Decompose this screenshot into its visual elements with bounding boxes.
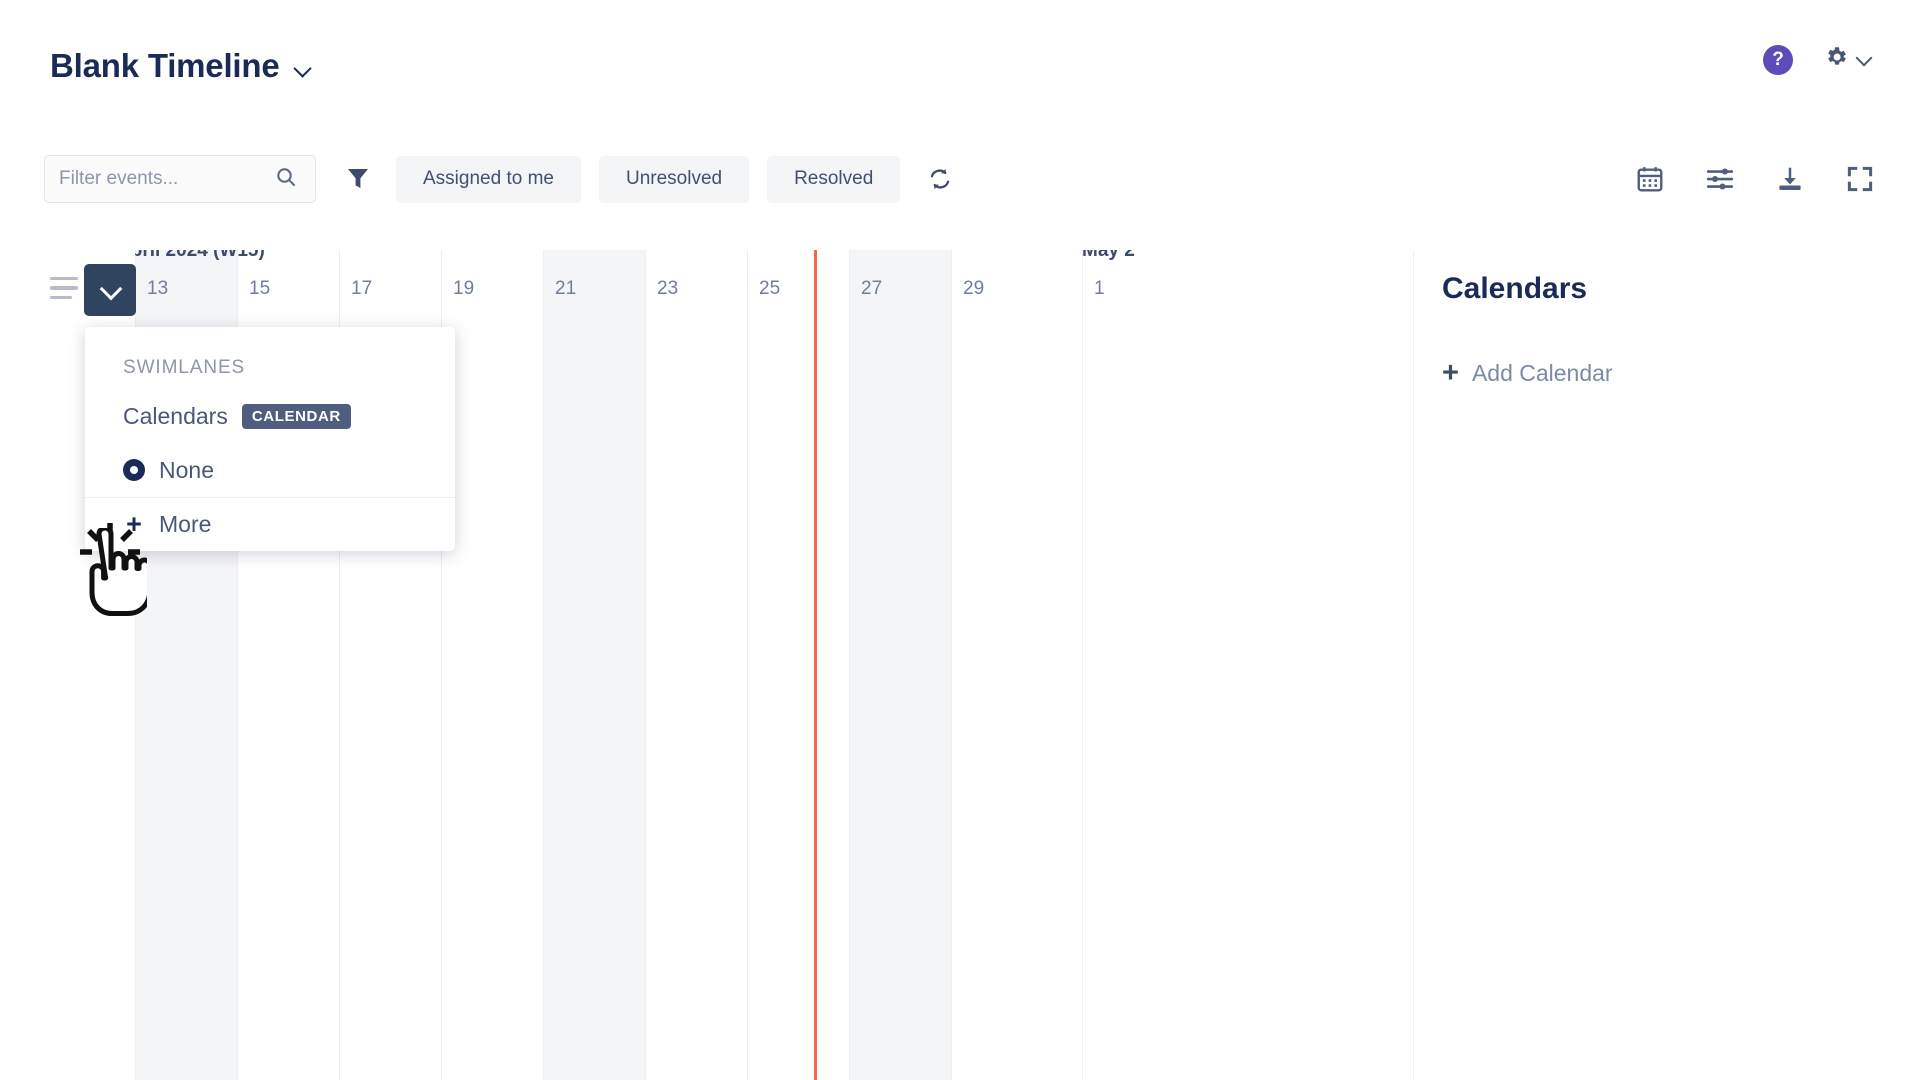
timeline-day-column[interactable]: 23 [645, 250, 747, 1080]
timeline-month-label: April 2024 (W15) [117, 250, 265, 261]
radio-selected-icon[interactable] [123, 459, 145, 481]
calendars-panel-title: Calendars [1442, 272, 1588, 305]
timeline-day-label: 29 [963, 278, 985, 299]
add-calendar-label: Add Calendar [1471, 360, 1613, 386]
calendar-icon[interactable] [1634, 163, 1666, 195]
app-header: Blank Timeline ? [0, 0, 1920, 132]
filter-button-label: Resolved [794, 168, 874, 189]
timeline-day-column[interactable]: 29 [951, 250, 1053, 1080]
dropdown-item-none[interactable]: None [85, 443, 455, 497]
calendars-panel: Calendars + Add Calendar [1413, 250, 1920, 1080]
filter-button-label: Assigned to me [423, 168, 554, 189]
timeline-app: Blank Timeline ? Filter events... Assign… [0, 0, 1920, 1080]
filter-button-unresolved[interactable]: Unresolved [598, 155, 750, 203]
dropdown-section-title: SWIMLANES [123, 357, 246, 378]
search-input-wrapper[interactable] [44, 155, 316, 203]
search-input[interactable] [59, 168, 274, 190]
dropdown-item-label: None [159, 456, 214, 483]
timeline-day-label: 19 [453, 278, 475, 299]
timeline-day-label: 1 [1094, 278, 1105, 299]
timeline-day-label: 25 [759, 278, 781, 299]
dropdown-item-calendars[interactable]: Calendars CALENDAR [85, 389, 455, 443]
page-title-group[interactable]: Blank Timeline [50, 47, 312, 85]
filter-button-resolved[interactable]: Resolved [767, 155, 901, 203]
page-title: Blank Timeline [50, 47, 280, 84]
timeline-day-column[interactable]: 25 [747, 250, 849, 1080]
dropdown-item-more[interactable]: + More [85, 497, 455, 551]
swimlane-toggle-button[interactable] [84, 264, 136, 316]
timeline-day-column[interactable]: 21 [543, 250, 645, 1080]
timeline-day-column[interactable]: 27 [849, 250, 951, 1080]
plus-icon: + [1442, 356, 1459, 389]
dropdown-item-label: More [159, 511, 212, 537]
swimlanes-dropdown-menu[interactable]: SWIMLANES Calendars CALENDAR None + More [85, 327, 455, 551]
hamburger-menu-icon[interactable] [50, 277, 78, 300]
timeline-month-label: May 2 [1082, 250, 1135, 261]
timeline-day-label: 15 [249, 278, 271, 299]
chevron-down-icon [100, 280, 120, 300]
timeline-day-label: 17 [351, 278, 373, 299]
settings-menu[interactable] [1823, 44, 1872, 75]
add-calendar-button[interactable]: + Add Calendar [1442, 356, 1613, 389]
dropdown-item-label: Calendars [123, 402, 228, 429]
filter-toolbar: Assigned to me Unresolved Resolved [0, 148, 1920, 210]
chevron-down-icon[interactable] [294, 60, 312, 78]
chevron-down-icon[interactable] [1857, 52, 1872, 67]
calendar-type-tag: CALENDAR [241, 403, 351, 429]
timeline-day-column[interactable]: 19 [441, 250, 543, 1080]
filter-button-label: Unresolved [625, 168, 723, 189]
timeline-day-label: 27 [861, 278, 883, 299]
today-marker-line [814, 250, 817, 1080]
download-icon[interactable] [1774, 163, 1806, 195]
timeline-day-label: 13 [147, 278, 169, 299]
timeline-day-label: 23 [657, 278, 679, 299]
filter-button-assigned-to-me[interactable]: Assigned to me [396, 155, 581, 203]
funnel-filter-icon[interactable] [338, 159, 378, 199]
timeline-area: 13 15 17 19 21 23 25 27 29 1 April 2024 (W15) May … [0, 250, 1920, 1080]
timeline-day-label: 21 [555, 278, 577, 299]
header-actions: ? [1763, 44, 1872, 75]
search-icon[interactable] [274, 165, 298, 194]
refresh-sync-icon[interactable] [920, 159, 960, 199]
timeline-day-column[interactable]: 1 [1082, 250, 1158, 1080]
gear-icon[interactable] [1823, 44, 1849, 75]
fullscreen-expand-icon[interactable] [1844, 163, 1876, 195]
sliders-settings-icon[interactable] [1704, 163, 1736, 195]
toolbar-right-icons [1634, 163, 1876, 195]
plus-icon: + [126, 508, 142, 539]
help-circle-icon[interactable]: ? [1763, 44, 1793, 75]
